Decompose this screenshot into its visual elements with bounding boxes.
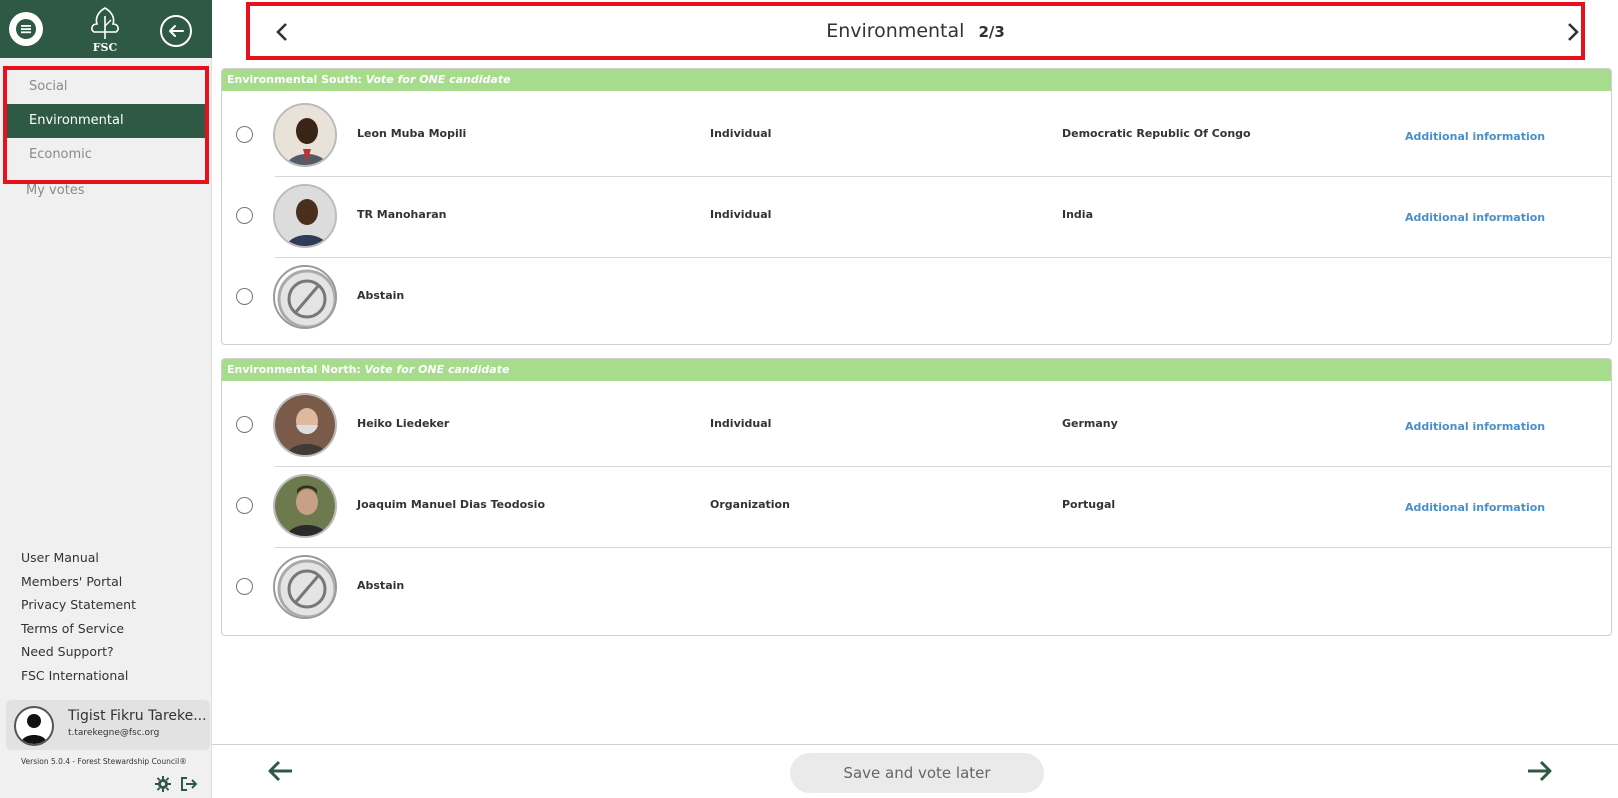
- link-user-manual[interactable]: User Manual: [21, 550, 136, 574]
- logout-icon[interactable]: [180, 776, 198, 792]
- candidate-country: India: [1062, 208, 1093, 221]
- candidate-photo: [273, 103, 337, 167]
- candidate-photo: [273, 474, 337, 538]
- section-header: Environmental South: Vote for ONE candid…: [222, 69, 1611, 91]
- additional-information-link[interactable]: Additional information: [1405, 501, 1545, 514]
- candidate-country: Democratic Republic Of Congo: [1062, 127, 1251, 140]
- arrow-left-icon[interactable]: [267, 759, 295, 783]
- candidate-name: Heiko Liedeker: [357, 417, 450, 430]
- portrait-image: [275, 476, 335, 536]
- candidate-row: Heiko Liedeker Individual Germany Additi…: [222, 386, 1611, 466]
- candidate-row: TR Manoharan Individual India Additional…: [222, 177, 1611, 257]
- link-privacy-statement[interactable]: Privacy Statement: [21, 597, 136, 621]
- link-need-support[interactable]: Need Support?: [21, 644, 136, 668]
- sidebar-header: FSC: [0, 0, 212, 58]
- candidate-row: Leon Muba Mopili Individual Democratic R…: [222, 96, 1611, 176]
- section-instruction: Vote for ONE candidate: [364, 363, 510, 376]
- additional-information-link[interactable]: Additional information: [1405, 130, 1545, 143]
- sidebar-links: User Manual Members' Portal Privacy Stat…: [21, 550, 136, 692]
- candidate-name: TR Manoharan: [357, 208, 447, 221]
- additional-information-link[interactable]: Additional information: [1405, 420, 1545, 433]
- abstain-icon: [277, 559, 335, 617]
- section-title: Environmental North:: [227, 363, 361, 376]
- gear-icon[interactable]: [155, 776, 171, 792]
- chevron-right-icon[interactable]: [1565, 20, 1581, 44]
- section-instruction: Vote for ONE candidate: [365, 73, 511, 86]
- candidate-country: Portugal: [1062, 498, 1116, 511]
- user-profile[interactable]: Tigist Fikru Tareke... t.tarekegne@fsc.o…: [6, 700, 210, 750]
- link-fsc-international[interactable]: FSC International: [21, 668, 136, 692]
- app-root: FSC Social Environmental Economic My vot…: [0, 0, 1618, 798]
- candidate-row-abstain: Abstain: [222, 548, 1611, 628]
- fsc-logo: FSC: [82, 6, 128, 54]
- avatar: [14, 706, 54, 746]
- user-name: Tigist Fikru Tareke...: [68, 708, 206, 724]
- portrait-image: [275, 395, 335, 455]
- additional-information-link[interactable]: Additional information: [1405, 211, 1545, 224]
- candidate-type: Individual: [710, 127, 772, 140]
- candidate-type: Individual: [710, 417, 772, 430]
- candidate-row: Joaquim Manuel Dias Teodosio Organizatio…: [222, 467, 1611, 547]
- back-circle-icon: [169, 25, 184, 37]
- link-members-portal[interactable]: Members' Portal: [21, 574, 136, 598]
- category-title: Environmental: [826, 20, 965, 42]
- logo-text: FSC: [92, 41, 118, 54]
- section-environmental-north: Environmental North: Vote for ONE candid…: [221, 358, 1612, 636]
- collapse-sidebar-button[interactable]: [160, 15, 192, 47]
- page-title: Environmental 2/3: [250, 20, 1581, 42]
- candidate-country: Germany: [1062, 417, 1118, 430]
- candidate-photo: [273, 393, 337, 457]
- category-nav: Social Environmental Economic: [3, 66, 209, 184]
- section-title: Environmental South:: [227, 73, 362, 86]
- abstain-icon: [277, 269, 335, 327]
- candidate-name: Leon Muba Mopili: [357, 127, 467, 140]
- candidate-name: Abstain: [357, 289, 405, 302]
- candidate-radio[interactable]: [236, 207, 253, 224]
- portrait-image: [275, 105, 335, 165]
- user-avatar-icon: [21, 714, 47, 744]
- arrow-right-icon[interactable]: [1525, 759, 1553, 783]
- abstain-avatar: [273, 265, 337, 329]
- category-header: Environmental 2/3: [246, 2, 1585, 60]
- candidate-radio[interactable]: [236, 126, 253, 143]
- candidate-type: Organization: [710, 498, 790, 511]
- abstain-radio[interactable]: [236, 288, 253, 305]
- section-environmental-south: Environmental South: Vote for ONE candid…: [221, 68, 1612, 345]
- candidate-name: Abstain: [357, 579, 405, 592]
- candidate-photo: [273, 184, 337, 248]
- nav-item-social[interactable]: Social: [7, 70, 205, 104]
- portrait-image: [275, 186, 335, 246]
- candidate-radio[interactable]: [236, 497, 253, 514]
- section-header: Environmental North: Vote for ONE candid…: [222, 359, 1611, 381]
- version-text: Version 5.0.4 - Forest Stewardship Counc…: [21, 757, 187, 766]
- page-counter: 2/3: [978, 23, 1005, 41]
- sidebar: FSC Social Environmental Economic My vot…: [0, 0, 212, 798]
- bottom-navigation: Save and vote later: [212, 744, 1618, 798]
- candidate-type: Individual: [710, 208, 772, 221]
- candidate-radio[interactable]: [236, 416, 253, 433]
- menu-button[interactable]: [9, 12, 43, 46]
- abstain-avatar: [273, 555, 337, 619]
- candidate-row-abstain: Abstain: [222, 258, 1611, 338]
- fsc-tree-logo: [91, 7, 119, 39]
- link-terms-of-service[interactable]: Terms of Service: [21, 621, 136, 645]
- candidate-name: Joaquim Manuel Dias Teodosio: [357, 498, 545, 511]
- save-and-vote-later-button[interactable]: Save and vote later: [790, 753, 1044, 793]
- menu-icon: [16, 19, 36, 39]
- nav-item-environmental[interactable]: Environmental: [7, 104, 205, 138]
- user-email: t.tarekegne@fsc.org: [68, 728, 160, 738]
- nav-item-economic[interactable]: Economic: [7, 138, 205, 172]
- nav-item-my-votes[interactable]: My votes: [26, 183, 85, 198]
- abstain-radio[interactable]: [236, 578, 253, 595]
